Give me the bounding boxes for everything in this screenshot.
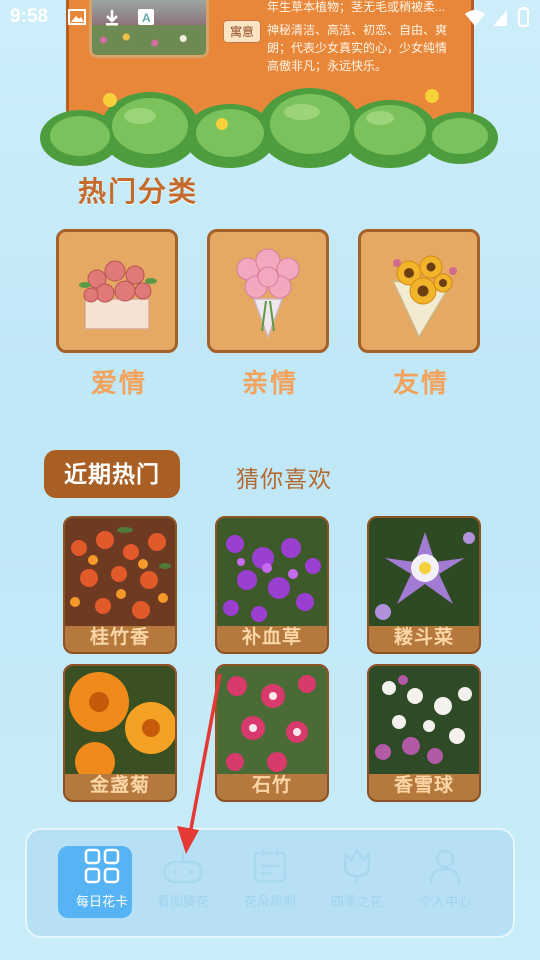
calendar-icon bbox=[253, 849, 287, 883]
translate-icon: A bbox=[138, 9, 154, 25]
carnation-bouquet-icon bbox=[236, 248, 300, 340]
tab-guess-you-like[interactable]: 猜你喜欢 bbox=[236, 460, 332, 494]
flower-photo bbox=[65, 518, 175, 626]
nav-item-flower-cycle[interactable]: 花朵周期 bbox=[230, 848, 310, 910]
nav-item-daily-card[interactable]: 每日花卡 bbox=[58, 846, 142, 918]
category-love[interactable]: 爱情 bbox=[56, 229, 182, 400]
flower-photo bbox=[369, 666, 479, 774]
category-label: 友情 bbox=[392, 368, 449, 398]
flower-photo bbox=[65, 666, 175, 774]
flower-card[interactable]: 石竹 bbox=[215, 664, 329, 802]
flower-photo bbox=[217, 666, 327, 774]
flower-card[interactable]: 香雪球 bbox=[367, 664, 481, 802]
category-friendship[interactable]: 友情 bbox=[358, 229, 484, 400]
wifi-icon bbox=[465, 10, 485, 26]
nav-label: 每日花卡 bbox=[75, 894, 128, 909]
status-bar: 9:58 A bbox=[0, 0, 540, 34]
hot-categories-title: 热门分类 bbox=[78, 176, 199, 207]
nav-item-profile[interactable]: 个人中心 bbox=[405, 848, 485, 910]
svg-text:A: A bbox=[142, 11, 151, 25]
flower-card[interactable]: 桂竹香 bbox=[63, 516, 177, 654]
nav-label: 花朵周期 bbox=[243, 894, 296, 909]
person-icon bbox=[429, 849, 461, 884]
flower-photo bbox=[217, 518, 327, 626]
flower-card[interactable]: 金盏菊 bbox=[63, 664, 177, 802]
nav-label: 四季之花 bbox=[330, 894, 383, 909]
nav-label: 个人中心 bbox=[418, 894, 471, 909]
tulip-icon bbox=[343, 848, 371, 883]
flower-card[interactable]: 耧斗菜 bbox=[367, 516, 481, 654]
flower-name: 补血草 bbox=[241, 627, 302, 648]
nav-item-four-seasons[interactable]: 四季之花 bbox=[317, 848, 397, 910]
flower-name: 香雪球 bbox=[393, 775, 454, 796]
nav-item-guess-flower[interactable]: 看图猜花 bbox=[143, 848, 223, 910]
flower-name: 耧斗菜 bbox=[393, 627, 454, 648]
flower-photo bbox=[369, 518, 479, 626]
flower-card[interactable]: 补血草 bbox=[215, 516, 329, 654]
signal-icon bbox=[493, 10, 507, 26]
battery-icon bbox=[518, 7, 529, 27]
rose-bouquet-icon bbox=[79, 260, 157, 330]
download-icon bbox=[106, 10, 118, 26]
image-icon bbox=[68, 9, 86, 25]
tab-recent-popular[interactable]: 近期热门 bbox=[44, 450, 180, 498]
flower-name: 桂竹香 bbox=[89, 627, 150, 648]
nav-label: 看图猜花 bbox=[156, 894, 209, 909]
grid-icon bbox=[84, 848, 120, 884]
bush-decoration bbox=[40, 88, 498, 168]
status-time: 9:58 bbox=[10, 6, 49, 27]
category-family[interactable]: 亲情 bbox=[207, 229, 333, 400]
bottom-nav: 每日花卡 看图猜花 花朵周期 四季之花 个人中心 bbox=[25, 828, 515, 938]
flower-name: 石竹 bbox=[251, 775, 292, 796]
flower-name: 金盏菊 bbox=[89, 775, 150, 796]
sunflower-bouquet-icon bbox=[391, 255, 457, 339]
category-label: 爱情 bbox=[90, 368, 147, 398]
category-label: 亲情 bbox=[241, 368, 298, 398]
game-icon bbox=[162, 852, 204, 884]
